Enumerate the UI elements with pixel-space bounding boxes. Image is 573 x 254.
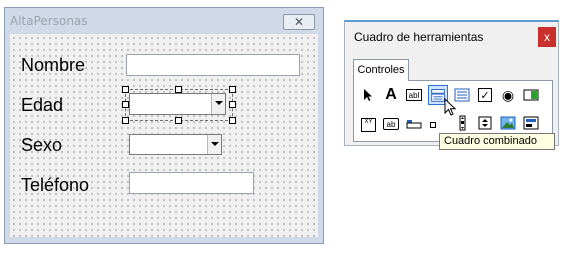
tabstrip-tool[interactable] xyxy=(405,114,423,132)
label-tool-glyph: A xyxy=(385,86,397,103)
resize-handle-right[interactable] xyxy=(229,101,236,108)
tabstrip-icon xyxy=(406,120,422,129)
toolbox-title: Cuadro de herramientas xyxy=(354,30,484,44)
selection-frame[interactable] xyxy=(122,86,236,124)
resize-handle-top-right[interactable] xyxy=(229,86,236,93)
check-icon: ✓ xyxy=(478,88,492,102)
toggle-button-tool[interactable] xyxy=(522,86,540,104)
resize-handle-top-left[interactable] xyxy=(122,86,129,93)
command-button-tool[interactable]: ab xyxy=(382,114,400,132)
label-sexo[interactable]: Sexo xyxy=(21,135,62,156)
tooltip: Cuadro combinado xyxy=(439,133,555,150)
textbox-telefono[interactable] xyxy=(129,172,254,194)
resize-handle-bottom-left[interactable] xyxy=(122,117,129,124)
resize-handle-top[interactable] xyxy=(175,86,182,93)
refedit-tool[interactable] xyxy=(522,114,540,132)
refedit-icon xyxy=(523,116,539,130)
image-tool[interactable] xyxy=(499,114,517,132)
label-edad[interactable]: Edad xyxy=(21,95,63,116)
label-nombre[interactable]: Nombre xyxy=(21,55,85,76)
spinbutton-tool[interactable] xyxy=(476,114,494,132)
userform-titlebar[interactable]: AltaPersonas ✕ xyxy=(5,8,323,34)
frame-tool[interactable]: XY xyxy=(359,114,377,132)
textbox-nombre[interactable] xyxy=(126,54,300,76)
label-telefono[interactable]: Teléfono xyxy=(21,175,89,196)
spin-icon xyxy=(478,116,492,130)
image-icon xyxy=(500,116,516,130)
chevron-down-icon[interactable] xyxy=(207,135,221,154)
textbox-tool[interactable]: abl xyxy=(405,86,423,104)
resize-handle-left[interactable] xyxy=(122,101,129,108)
tab-controles[interactable]: Controles xyxy=(353,59,409,81)
userform-window[interactable]: AltaPersonas ✕ Nombre Edad Sexo Teléfono xyxy=(4,7,324,244)
resize-handle-bottom-right[interactable] xyxy=(229,117,236,124)
userform-close-button[interactable]: ✕ xyxy=(283,14,315,30)
userform-design-surface[interactable]: Nombre Edad Sexo Teléfono xyxy=(10,34,318,237)
combobox-sexo[interactable] xyxy=(129,134,222,155)
checkbox-tool[interactable]: ✓ xyxy=(476,86,494,104)
select-objects-tool[interactable] xyxy=(359,86,377,104)
label-tool[interactable]: A xyxy=(382,86,400,104)
toolbox-close-button[interactable]: x xyxy=(538,27,556,47)
command-button-icon: ab xyxy=(383,118,399,130)
textbox-tool-glyph: abl xyxy=(406,89,422,101)
toggle-icon xyxy=(523,89,539,101)
frame-icon: XY xyxy=(361,118,376,132)
pointer-icon xyxy=(364,89,372,101)
userform-title: AltaPersonas xyxy=(10,14,88,28)
mouse-pointer-icon xyxy=(444,98,457,116)
toolbox-window[interactable]: Cuadro de herramientas x Controles A abl xyxy=(344,20,559,146)
option-button-tool[interactable]: ◉ xyxy=(499,86,517,104)
radio-icon: ◉ xyxy=(501,86,515,103)
resize-handle-bottom[interactable] xyxy=(175,117,182,124)
